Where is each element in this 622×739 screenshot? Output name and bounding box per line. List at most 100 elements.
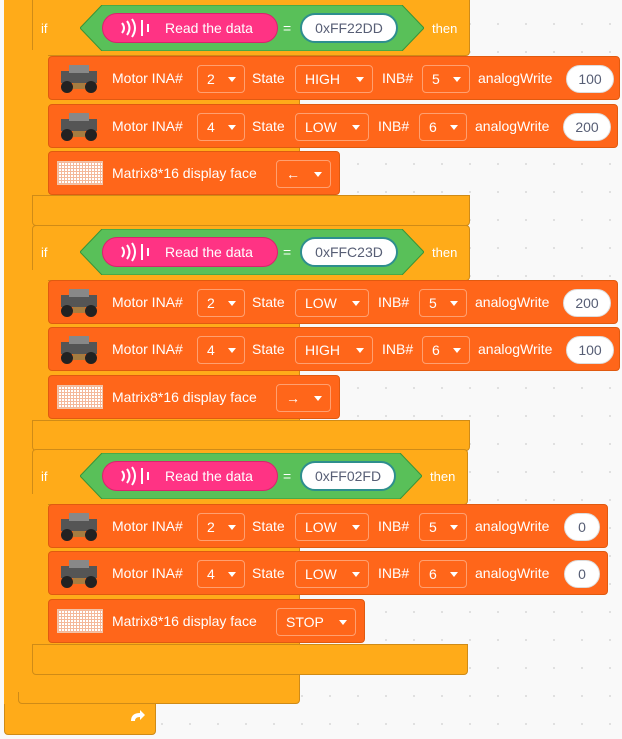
matrix-label: Matrix8*16 display face <box>112 613 257 629</box>
equals-operator: = <box>283 20 292 36</box>
motor-block[interactable]: Motor INA# 2 State HIGH INB# 5 analogWri… <box>48 56 620 100</box>
analog-label: analogWrite <box>475 118 550 134</box>
state-dropdown[interactable]: HIGH <box>295 65 373 93</box>
state-dropdown[interactable]: LOW <box>295 560 369 588</box>
if-footer <box>32 420 470 451</box>
motor-label: Motor INA# <box>112 565 183 581</box>
face-dropdown[interactable]: → <box>276 384 331 412</box>
robot-car-icon <box>61 113 97 141</box>
if-footer <box>32 195 470 226</box>
if-arm <box>32 494 48 654</box>
motor-block[interactable]: Motor INA# 4 State LOW INB# 6 analogWrit… <box>48 104 618 148</box>
inb-label: INB# <box>378 565 410 581</box>
robot-car-icon <box>61 65 97 93</box>
equals-operator: = <box>283 244 292 260</box>
analog-input[interactable]: 200 <box>563 289 611 317</box>
analog-label: analogWrite <box>475 565 550 581</box>
ir-receiver-icon <box>119 241 153 263</box>
ir-code-input[interactable]: 0xFF02FD <box>300 461 396 491</box>
face-dropdown[interactable]: STOP <box>276 608 356 636</box>
robot-car-icon <box>61 336 97 364</box>
state-dropdown[interactable]: LOW <box>295 513 369 541</box>
motor-block[interactable]: Motor INA# 2 State LOW INB# 5 analogWrit… <box>48 504 608 548</box>
matrix-display-block[interactable]: Matrix8*16 display face STOP <box>48 599 365 643</box>
if-label: if <box>41 245 48 260</box>
inb-dropdown[interactable]: 5 <box>419 289 467 317</box>
matrix-label: Matrix8*16 display face <box>112 165 257 181</box>
inner-loop-body <box>18 0 32 692</box>
analog-label: analogWrite <box>475 518 550 534</box>
state-label: State <box>252 341 285 357</box>
ina-dropdown[interactable]: 2 <box>197 513 245 541</box>
analog-input[interactable]: 0 <box>564 513 600 541</box>
state-dropdown[interactable]: LOW <box>295 113 369 141</box>
ina-dropdown[interactable]: 4 <box>197 336 245 364</box>
robot-car-icon <box>61 289 97 317</box>
ir-code-input[interactable]: 0xFFC23D <box>300 237 398 267</box>
ina-dropdown[interactable]: 2 <box>197 65 245 93</box>
if-footer <box>32 644 468 675</box>
state-label: State <box>252 70 285 86</box>
if-arm <box>32 270 48 430</box>
motor-label: Motor INA# <box>112 518 183 534</box>
then-label: then <box>432 245 458 260</box>
inb-dropdown[interactable]: 6 <box>419 560 467 588</box>
analog-input[interactable]: 100 <box>566 336 614 364</box>
state-label: State <box>252 565 285 581</box>
led-matrix-icon <box>57 161 103 185</box>
equals-operator: = <box>283 468 292 484</box>
motor-label: Motor INA# <box>112 341 183 357</box>
inb-label: INB# <box>382 341 414 357</box>
matrix-label: Matrix8*16 display face <box>112 389 257 405</box>
condition-equals[interactable]: Read the data = 0xFF22DD <box>80 5 424 51</box>
inb-dropdown[interactable]: 5 <box>419 513 467 541</box>
robot-car-icon <box>61 513 97 541</box>
state-label: State <box>252 294 285 310</box>
analog-input[interactable]: 0 <box>564 560 600 588</box>
then-label: then <box>430 469 456 484</box>
inb-label: INB# <box>378 294 410 310</box>
read-data-reporter[interactable]: Read the data <box>102 237 278 267</box>
motor-block[interactable]: Motor INA# 2 State LOW INB# 5 analogWrit… <box>48 280 618 324</box>
analog-input[interactable]: 200 <box>563 113 611 141</box>
state-label: State <box>252 518 285 534</box>
ir-code-input[interactable]: 0xFF22DD <box>300 13 398 43</box>
analog-label: analogWrite <box>478 70 553 86</box>
face-dropdown[interactable]: ← <box>276 160 331 188</box>
analog-input[interactable]: 100 <box>566 65 614 93</box>
matrix-display-block[interactable]: Matrix8*16 display face → <box>48 375 340 419</box>
analog-label: analogWrite <box>475 294 550 310</box>
inb-label: INB# <box>382 70 414 86</box>
read-data-reporter[interactable]: Read the data <box>102 13 278 43</box>
motor-block[interactable]: Motor INA# 4 State LOW INB# 6 analogWrit… <box>48 551 608 595</box>
ir-receiver-icon <box>119 465 153 487</box>
robot-car-icon <box>61 560 97 588</box>
ina-dropdown[interactable]: 2 <box>197 289 245 317</box>
if-arm <box>32 50 48 200</box>
analog-label: analogWrite <box>478 341 553 357</box>
loop-arrow-icon <box>127 707 147 727</box>
ina-dropdown[interactable]: 4 <box>197 113 245 141</box>
forever-loop-body <box>4 0 18 704</box>
inb-dropdown[interactable]: 6 <box>422 336 470 364</box>
ir-receiver-icon <box>119 17 153 39</box>
led-matrix-icon <box>57 609 103 633</box>
condition-equals[interactable]: Read the data = 0xFF02FD <box>80 453 422 499</box>
led-matrix-icon <box>57 385 103 409</box>
if-label: if <box>41 469 48 484</box>
motor-label: Motor INA# <box>112 294 183 310</box>
motor-block[interactable]: Motor INA# 4 State HIGH INB# 6 analogWri… <box>48 327 620 371</box>
state-dropdown[interactable]: LOW <box>295 289 369 317</box>
matrix-display-block[interactable]: Matrix8*16 display face ← <box>48 151 340 195</box>
ina-dropdown[interactable]: 4 <box>197 560 245 588</box>
state-dropdown[interactable]: HIGH <box>295 336 373 364</box>
inb-label: INB# <box>378 118 410 134</box>
condition-equals[interactable]: Read the data = 0xFFC23D <box>80 229 424 275</box>
read-data-reporter[interactable]: Read the data <box>102 461 278 491</box>
motor-label: Motor INA# <box>112 70 183 86</box>
state-label: State <box>252 118 285 134</box>
then-label: then <box>432 21 458 36</box>
inb-dropdown[interactable]: 5 <box>422 65 470 93</box>
if-label: if <box>41 21 48 36</box>
inb-dropdown[interactable]: 6 <box>419 113 467 141</box>
